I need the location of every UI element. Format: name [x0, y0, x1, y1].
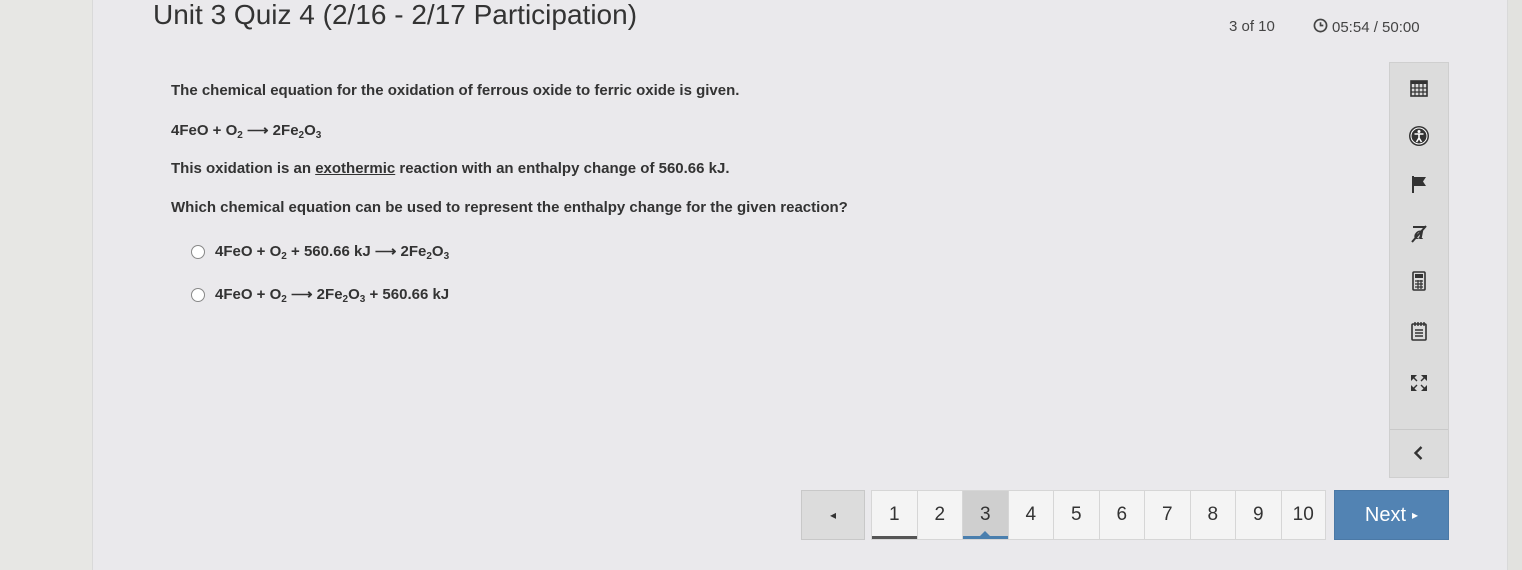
answer-option-text: 4FeO + O2 + 560.66 kJ ⟶ 2Fe2O3	[215, 243, 450, 262]
text-strike-icon[interactable]: a	[1390, 213, 1448, 253]
question-intro: The chemical equation for the oxidation …	[171, 82, 740, 99]
calculator-icon[interactable]	[1390, 261, 1448, 301]
page-button-6[interactable]: 6	[1098, 490, 1144, 540]
clock-icon	[1313, 18, 1328, 37]
chevron-left-icon[interactable]	[1390, 433, 1448, 473]
page-button-9[interactable]: 9	[1235, 490, 1281, 540]
page-button-7[interactable]: 7	[1144, 490, 1190, 540]
tools-sidebar: a	[1389, 62, 1449, 478]
accessibility-icon[interactable]	[1390, 116, 1448, 156]
fullscreen-icon[interactable]	[1390, 363, 1448, 403]
radio-button[interactable]	[191, 288, 205, 302]
answer-option-2[interactable]: 4FeO + O2 ⟶ 2Fe2O3 + 560.66 kJ	[191, 285, 449, 305]
radio-button[interactable]	[191, 245, 205, 259]
flag-icon[interactable]	[1390, 164, 1448, 204]
page-button-5[interactable]: 5	[1053, 490, 1099, 540]
next-arrow-icon: ▸	[1412, 508, 1419, 522]
next-button[interactable]: Next ▸	[1334, 490, 1449, 540]
toolbar-divider	[1390, 429, 1448, 430]
page-button-10[interactable]: 10	[1280, 490, 1326, 540]
notepad-icon[interactable]	[1390, 311, 1448, 351]
right-margin	[1508, 0, 1522, 570]
quiz-panel: Unit 3 Quiz 4 (2/16 - 2/17 Participation…	[92, 0, 1508, 570]
timer: 05:54 / 50:00	[1313, 18, 1420, 37]
previous-button[interactable]: ◂	[801, 490, 865, 540]
question-pager: ◂ 1 2 3 4 5 6 7 8 9 10	[801, 490, 1326, 540]
page-button-3[interactable]: 3	[962, 490, 1008, 540]
question-progress: 3 of 10	[1229, 18, 1275, 35]
page-button-4[interactable]: 4	[1007, 490, 1053, 540]
page-button-2[interactable]: 2	[916, 490, 962, 540]
next-button-label: Next	[1364, 503, 1407, 526]
question-equation: 4FeO + O2 ⟶ 2Fe2O3	[171, 122, 322, 141]
question-statement: This oxidation is an exothermic reaction…	[171, 160, 730, 177]
answer-option-text: 4FeO + O2 ⟶ 2Fe2O3 + 560.66 kJ	[215, 286, 450, 305]
page-button-8[interactable]: 8	[1189, 490, 1235, 540]
question-prompt: Which chemical equation can be used to r…	[171, 199, 848, 216]
left-margin	[0, 0, 92, 570]
term-exothermic: exothermic	[315, 160, 396, 177]
quiz-title: Unit 3 Quiz 4 (2/16 - 2/17 Participation…	[153, 0, 638, 30]
answer-option-1[interactable]: 4FeO + O2 + 560.66 kJ ⟶ 2Fe2O3	[191, 242, 449, 262]
page-button-1[interactable]: 1	[871, 490, 917, 540]
calendar-icon[interactable]	[1390, 68, 1448, 108]
timer-value: 05:54 / 50:00	[1332, 19, 1420, 36]
